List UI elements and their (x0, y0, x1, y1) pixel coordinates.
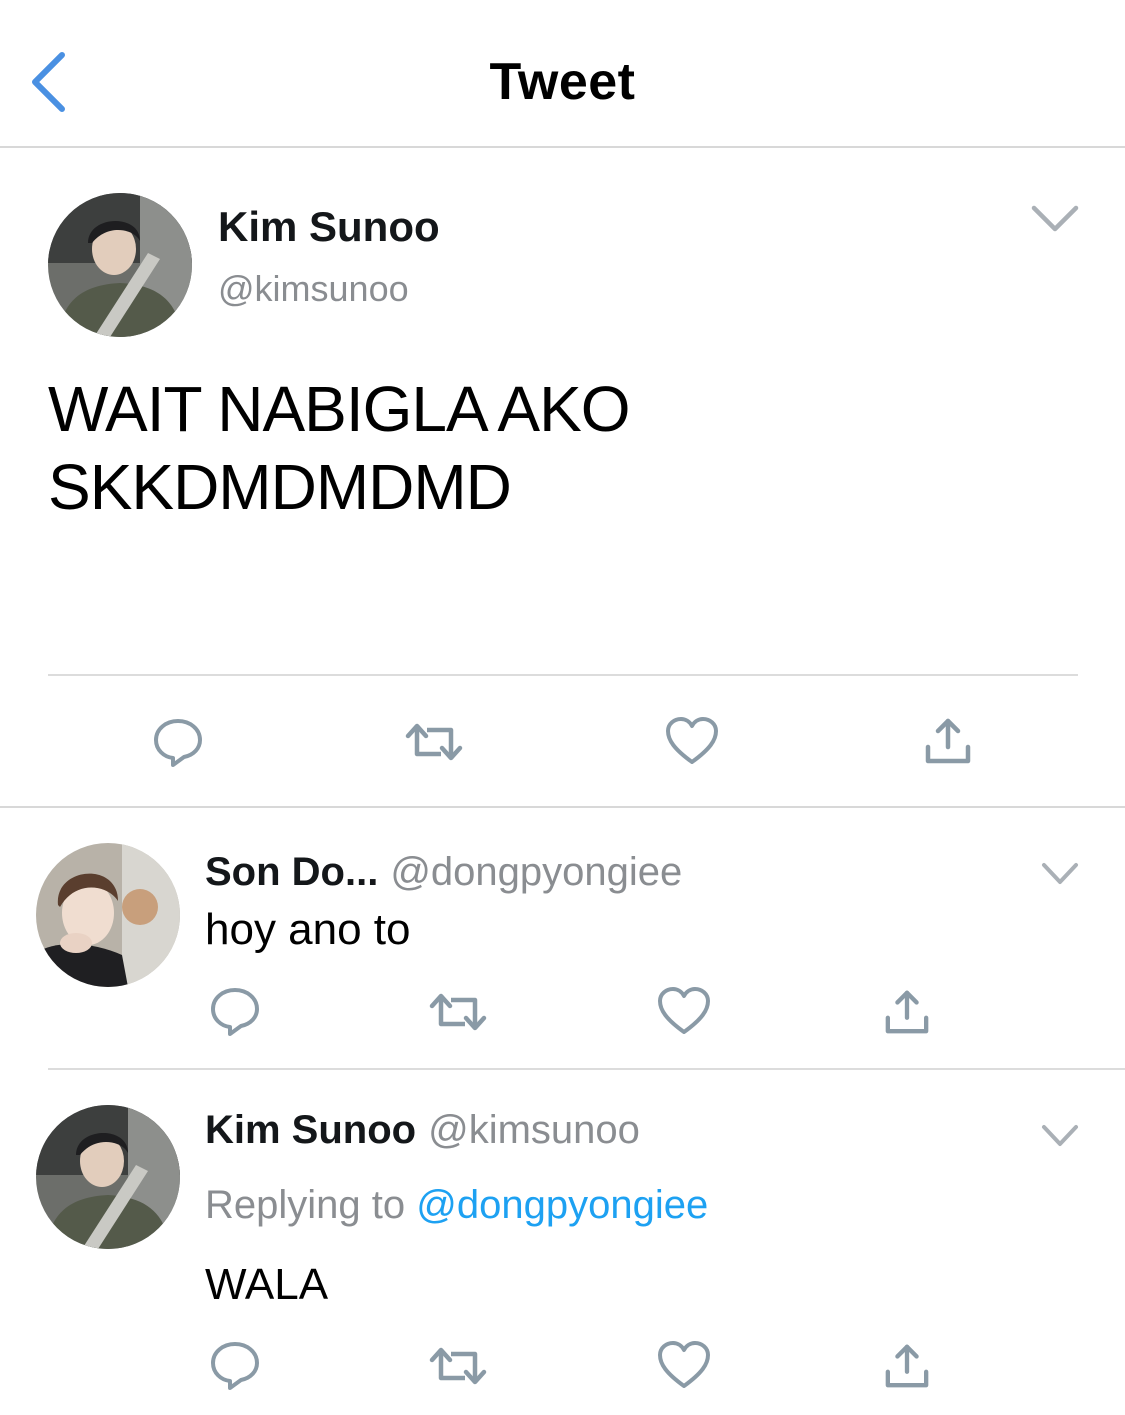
like-button[interactable] (654, 982, 714, 1040)
tweet-options-button[interactable] (1040, 860, 1080, 888)
retweet-button[interactable] (428, 986, 488, 1038)
reply-icon (154, 719, 202, 767)
retweet-icon (429, 993, 487, 1031)
reply-header: Kim Sunoo @kimsunoo (205, 1108, 640, 1153)
tweet-options-button[interactable] (1040, 1122, 1080, 1150)
avatar-photo (36, 843, 180, 987)
share-icon (925, 718, 971, 764)
top-nav-bar: Tweet (0, 0, 1125, 148)
author-name[interactable]: Son Do... (205, 850, 378, 894)
reply-button[interactable] (206, 1336, 264, 1394)
reply-icon (211, 988, 259, 1036)
author-handle[interactable]: @kimsunoo (428, 1108, 640, 1152)
reply-header: Son Do... @dongpyongiee (205, 850, 682, 895)
author-name[interactable]: Kim Sunoo (205, 1108, 416, 1152)
like-button[interactable] (662, 712, 722, 770)
tweet-actions (0, 982, 1125, 1042)
like-button[interactable] (654, 1336, 714, 1394)
share-button[interactable] (918, 710, 978, 772)
author-name[interactable]: Kim Sunoo (218, 203, 440, 251)
replying-to-label: Replying to (205, 1183, 406, 1227)
heart-icon (658, 1341, 710, 1388)
tweet-text: WAIT NABIGLA AKO SKKDMDMDMD (48, 370, 1068, 526)
author-handle[interactable]: @dongpyongiee (390, 850, 682, 894)
reply-tweet[interactable]: Son Do... @dongpyongiee hoy ano to (0, 810, 1125, 1070)
share-button[interactable] (878, 1336, 936, 1396)
replying-to: Replying to @dongpyongiee (205, 1183, 708, 1228)
tweet-options-button[interactable] (1030, 202, 1080, 236)
tweet-text: WALA (205, 1260, 329, 1309)
page-title: Tweet (489, 53, 636, 111)
heart-icon (666, 717, 718, 764)
replying-to-link[interactable]: @dongpyongiee (416, 1183, 708, 1227)
reply-button[interactable] (206, 982, 264, 1040)
chevron-down-icon (1042, 1125, 1078, 1146)
retweet-button[interactable] (404, 716, 464, 768)
author-handle[interactable]: @kimsunoo (218, 268, 409, 310)
tweet-actions (0, 710, 1125, 770)
divider (48, 674, 1078, 676)
chevron-down-icon (1042, 863, 1078, 884)
reply-icon (211, 1342, 259, 1390)
share-icon (885, 1344, 929, 1388)
share-button[interactable] (878, 982, 936, 1042)
retweet-icon (405, 723, 463, 761)
chevron-down-icon (1031, 205, 1079, 232)
heart-icon (658, 987, 710, 1034)
avatar-photo (36, 1105, 180, 1249)
reply-tweet[interactable]: Kim Sunoo @kimsunoo Replying to @dongpyon… (0, 1070, 1125, 1415)
avatar[interactable] (36, 843, 180, 987)
share-icon (885, 990, 929, 1034)
tweet-text-line: SKKDMDMDMD (48, 451, 512, 523)
avatar[interactable] (36, 1105, 180, 1249)
reply-button[interactable] (148, 712, 208, 772)
avatar-photo (48, 193, 192, 337)
avatar[interactable] (48, 193, 192, 337)
retweet-button[interactable] (428, 1340, 488, 1392)
main-tweet: Kim Sunoo @kimsunoo WAIT NABIGLA AKO SKK… (0, 150, 1125, 808)
tweet-text: hoy ano to (205, 905, 411, 954)
tweet-actions (0, 1336, 1125, 1396)
tweet-text-line: WAIT NABIGLA AKO (48, 373, 631, 445)
retweet-icon (429, 1347, 487, 1385)
